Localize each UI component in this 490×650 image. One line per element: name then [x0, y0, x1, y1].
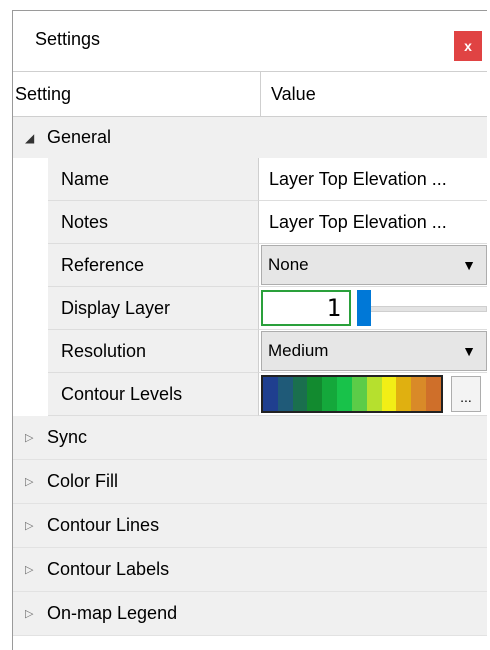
triangle-right-icon[interactable]: ▷	[25, 519, 47, 532]
notes-value[interactable]: Layer Top Elevation ...	[258, 201, 487, 244]
color-swatch	[411, 377, 427, 411]
group-general[interactable]: ◢ General	[13, 117, 487, 158]
column-header-setting[interactable]: Setting	[13, 72, 261, 116]
resolution-selected: Medium	[268, 341, 329, 360]
contour-levels-edit-button[interactable]: ...	[451, 376, 481, 412]
panel-titlebar: Settings x	[13, 11, 487, 72]
slider-thumb[interactable]	[357, 290, 371, 326]
color-ramp[interactable]	[261, 375, 443, 413]
display-layer-cell: 1	[258, 287, 487, 330]
column-header: Setting Value	[13, 72, 487, 117]
color-swatch	[396, 377, 412, 411]
triangle-right-icon[interactable]: ▷	[25, 563, 47, 576]
group-label: Sync	[47, 427, 88, 447]
settings-panel: Settings x Setting Value ◢ General Name …	[12, 10, 487, 650]
color-swatch	[381, 377, 397, 411]
property-row-notes: Notes Layer Top Elevation ...	[13, 201, 487, 244]
property-label: Resolution	[48, 330, 258, 373]
resolution-dropdown[interactable]: Medium ▼	[261, 331, 487, 371]
group-label: Contour Lines	[47, 515, 160, 535]
column-header-value[interactable]: Value	[261, 72, 316, 116]
property-label: Reference	[48, 244, 258, 287]
triangle-right-icon[interactable]: ▷	[25, 607, 47, 620]
close-button[interactable]: x	[454, 31, 482, 61]
group-label: Color Fill	[47, 471, 119, 491]
group-label: On-map Legend	[47, 603, 178, 623]
triangle-down-icon[interactable]: ◢	[25, 131, 47, 145]
triangle-right-icon[interactable]: ▷	[25, 475, 47, 488]
color-swatch	[292, 377, 308, 411]
slider-track[interactable]	[357, 306, 487, 312]
name-value[interactable]: Layer Top Elevation ...	[258, 158, 487, 201]
display-layer-input[interactable]: 1	[261, 290, 351, 326]
color-swatch	[322, 377, 338, 411]
group-contour-labels[interactable]: ▷ Contour Labels	[13, 548, 487, 592]
reference-dropdown[interactable]: None ▼	[261, 245, 487, 285]
resolution-cell: Medium ▼	[258, 330, 487, 373]
color-swatch	[351, 377, 367, 411]
color-swatch	[307, 377, 323, 411]
color-swatch	[263, 377, 278, 411]
color-swatch	[426, 377, 441, 411]
property-row-contour-levels: Contour Levels ...	[13, 373, 487, 416]
chevron-down-icon: ▼	[462, 343, 476, 359]
display-layer-slider[interactable]	[357, 290, 487, 326]
color-swatch	[337, 377, 352, 411]
contour-levels-cell: ...	[258, 373, 487, 416]
group-label: Contour Labels	[47, 559, 170, 579]
property-row-resolution: Resolution Medium ▼	[13, 330, 487, 373]
panel-title: Settings	[35, 29, 101, 49]
color-swatch	[277, 377, 293, 411]
property-row-display-layer: Display Layer 1	[13, 287, 487, 330]
property-label: Contour Levels	[48, 373, 258, 416]
reference-selected: None	[268, 255, 309, 274]
property-label: Display Layer	[48, 287, 258, 330]
group-label: General	[47, 127, 112, 147]
group-color-fill[interactable]: ▷ Color Fill	[13, 460, 487, 504]
property-row-name: Name Layer Top Elevation ...	[13, 158, 487, 201]
property-row-reference: Reference None ▼	[13, 244, 487, 287]
close-icon: x	[464, 38, 472, 54]
property-label: Notes	[48, 201, 258, 244]
reference-cell: None ▼	[258, 244, 487, 287]
group-sync[interactable]: ▷ Sync	[13, 416, 487, 460]
group-contour-lines[interactable]: ▷ Contour Lines	[13, 504, 487, 548]
property-label: Name	[48, 158, 258, 201]
color-swatch	[366, 377, 382, 411]
chevron-down-icon: ▼	[462, 257, 476, 273]
group-on-map-legend[interactable]: ▷ On-map Legend	[13, 592, 487, 636]
triangle-right-icon[interactable]: ▷	[25, 431, 47, 444]
